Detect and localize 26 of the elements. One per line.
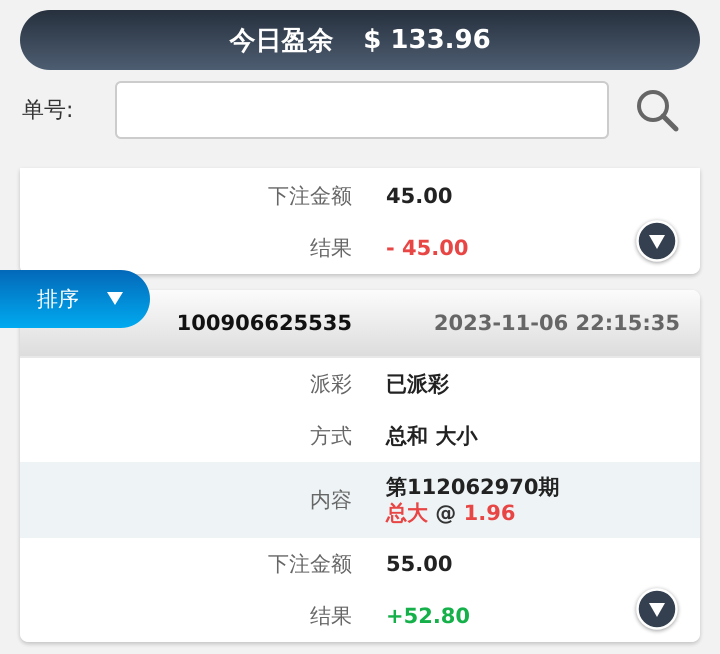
order-number-label: 单号:	[22, 97, 74, 125]
sort-button[interactable]: 排序	[0, 270, 150, 328]
field-label: 内容	[309, 487, 352, 514]
search-icon[interactable]	[635, 88, 679, 132]
order-time: 2023-11-06 22:15:35	[432, 311, 681, 335]
expand-button[interactable]	[636, 220, 678, 262]
field-label: 下注金额	[267, 183, 352, 210]
period-text: 第112062970期	[386, 474, 560, 500]
field-label: 下注金额	[267, 551, 352, 578]
field-label: 派彩	[309, 371, 352, 398]
field-label: 结果	[309, 603, 352, 630]
field-label: 结果	[309, 235, 352, 262]
field-value: 45.00	[386, 184, 452, 208]
daily-profit-label: 今日盈余	[229, 24, 334, 58]
field-value: - 45.00	[386, 236, 468, 260]
bet-pick-text: 总大 @ 1.96	[386, 500, 516, 526]
daily-profit-amount: $ 133.96	[363, 25, 491, 55]
field-value: 已派彩	[386, 371, 449, 398]
order-number: 100906625535	[176, 311, 352, 335]
order-number-field[interactable]	[115, 81, 609, 139]
field-value: +52.80	[386, 604, 470, 628]
field-value: 55.00	[386, 552, 452, 576]
field-value: 总和 大小	[386, 423, 478, 450]
field-label: 方式	[309, 423, 352, 450]
expand-button[interactable]	[636, 588, 678, 630]
caret-icon	[107, 292, 123, 306]
